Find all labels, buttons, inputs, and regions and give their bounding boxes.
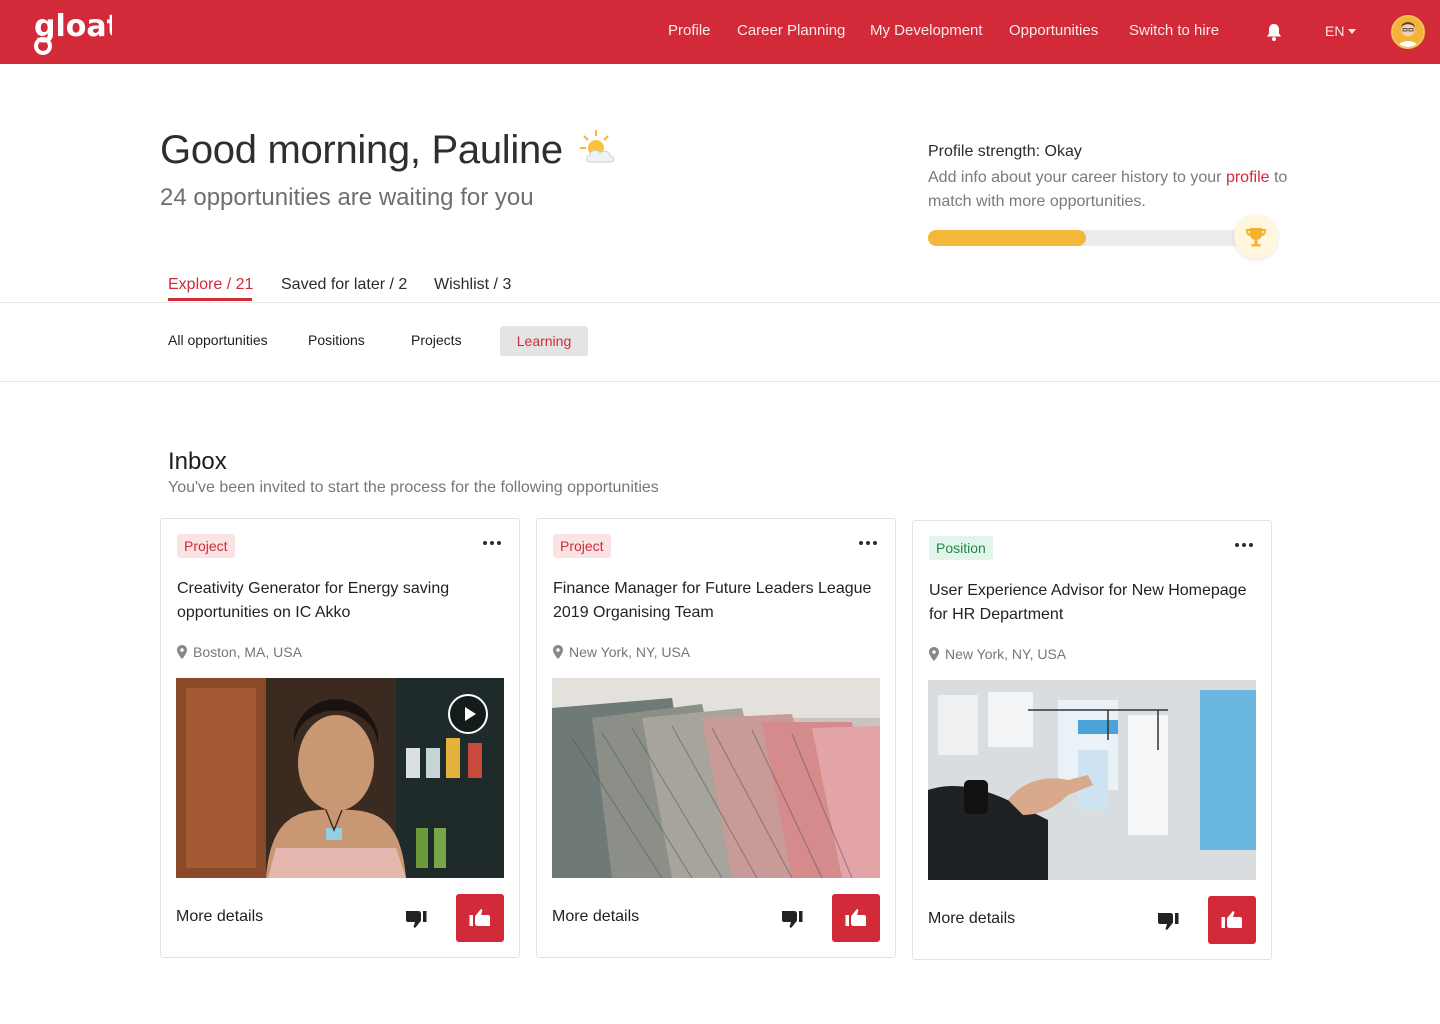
location-text: Boston, MA, USA	[193, 644, 302, 660]
play-video-icon[interactable]	[448, 694, 488, 734]
thumbs-up-button[interactable]	[456, 894, 504, 942]
more-details-link[interactable]: More details	[552, 908, 639, 926]
profile-strength-progress-fill	[928, 230, 1086, 246]
thumbs-up-button[interactable]	[1208, 896, 1256, 944]
banknotes-image	[552, 678, 880, 878]
caret-down-icon	[1348, 29, 1357, 34]
filter-all-opportunities[interactable]: All opportunities	[168, 332, 268, 348]
card-image[interactable]	[552, 678, 880, 878]
tabs-divider	[0, 302, 1440, 303]
nav-opportunities[interactable]: Opportunities	[1009, 22, 1098, 39]
type-badge: Project	[177, 534, 235, 558]
whiteboard-wireframes-image	[928, 680, 1256, 880]
inbox-title: Inbox	[168, 448, 227, 475]
tab-explore[interactable]: Explore / 21	[168, 276, 253, 294]
thumbs-down-icon[interactable]	[1156, 909, 1180, 933]
profile-strength-progress	[928, 230, 1244, 246]
thumbs-up-icon	[1221, 911, 1242, 928]
opportunity-card[interactable]: Project Finance Manager for Future Leade…	[536, 518, 896, 958]
language-label: EN	[1325, 23, 1345, 39]
nav-switch-to-hire[interactable]: Switch to hire	[1129, 22, 1219, 39]
nav-my-development[interactable]: My Development	[870, 22, 983, 39]
greeting-title: Good morning, Pauline	[160, 128, 563, 172]
card-title[interactable]: User Experience Advisor for New Homepage…	[929, 579, 1249, 627]
location-pin-icon	[177, 645, 187, 659]
filter-positions[interactable]: Positions	[308, 332, 365, 348]
thumbs-up-icon	[845, 909, 866, 926]
card-image[interactable]	[176, 678, 504, 878]
nav-career-planning[interactable]: Career Planning	[737, 22, 845, 39]
thumbs-up-button[interactable]	[832, 894, 880, 942]
card-title[interactable]: Creativity Generator for Energy saving o…	[177, 577, 497, 625]
greeting-subtitle: 24 opportunities are waiting for you	[160, 184, 534, 211]
card-title[interactable]: Finance Manager for Future Leaders Leagu…	[553, 577, 873, 625]
filter-projects[interactable]: Projects	[411, 332, 462, 348]
sun-cloud-icon	[580, 130, 615, 163]
location-text: New York, NY, USA	[945, 646, 1067, 662]
inbox-subtitle: You've been invited to start the process…	[168, 479, 659, 496]
location-pin-icon	[553, 645, 563, 659]
gloat-logo[interactable]: gloat	[32, 6, 112, 58]
thumbs-up-icon	[469, 909, 490, 926]
opportunity-card[interactable]: Project Creativity Generator for Energy …	[160, 518, 520, 958]
tab-saved-for-later[interactable]: Saved for later / 2	[281, 276, 407, 294]
opportunity-card[interactable]: Position User Experience Advisor for New…	[912, 520, 1272, 960]
profile-strength-title: Profile strength: Okay	[928, 143, 1082, 160]
trophy-badge	[1234, 215, 1278, 259]
card-image[interactable]	[928, 680, 1256, 880]
thumbs-down-icon[interactable]	[404, 907, 428, 931]
type-badge: Project	[553, 534, 611, 558]
card-location: New York, NY, USA	[553, 644, 690, 660]
thumbs-down-icon[interactable]	[780, 907, 804, 931]
profile-link[interactable]: profile	[1226, 169, 1270, 186]
card-location: Boston, MA, USA	[177, 644, 302, 660]
more-options-icon[interactable]	[1235, 543, 1253, 547]
more-options-icon[interactable]	[859, 541, 877, 545]
active-tab-indicator	[168, 298, 252, 301]
top-navigation-bar: gloat Profile Career Planning My Develop…	[0, 0, 1440, 64]
more-details-link[interactable]: More details	[928, 910, 1015, 928]
nav-profile[interactable]: Profile	[668, 22, 711, 39]
more-options-icon[interactable]	[483, 541, 501, 545]
location-text: New York, NY, USA	[569, 644, 691, 660]
filters-divider	[0, 381, 1440, 382]
bell-icon[interactable]	[1264, 22, 1284, 42]
avatar-portrait-icon	[1393, 17, 1423, 47]
card-location: New York, NY, USA	[929, 646, 1066, 662]
filter-learning[interactable]: Learning	[500, 326, 588, 356]
profile-strength-text-before: Add info about your career history to yo…	[928, 169, 1226, 186]
user-avatar[interactable]	[1391, 15, 1425, 49]
profile-strength-text: Add info about your career history to yo…	[928, 166, 1288, 214]
trophy-icon	[1245, 228, 1267, 247]
type-badge: Position	[929, 536, 993, 560]
tab-wishlist[interactable]: Wishlist / 3	[434, 276, 511, 294]
more-details-link[interactable]: More details	[176, 908, 263, 926]
language-selector[interactable]: EN	[1325, 23, 1357, 39]
location-pin-icon	[929, 647, 939, 661]
